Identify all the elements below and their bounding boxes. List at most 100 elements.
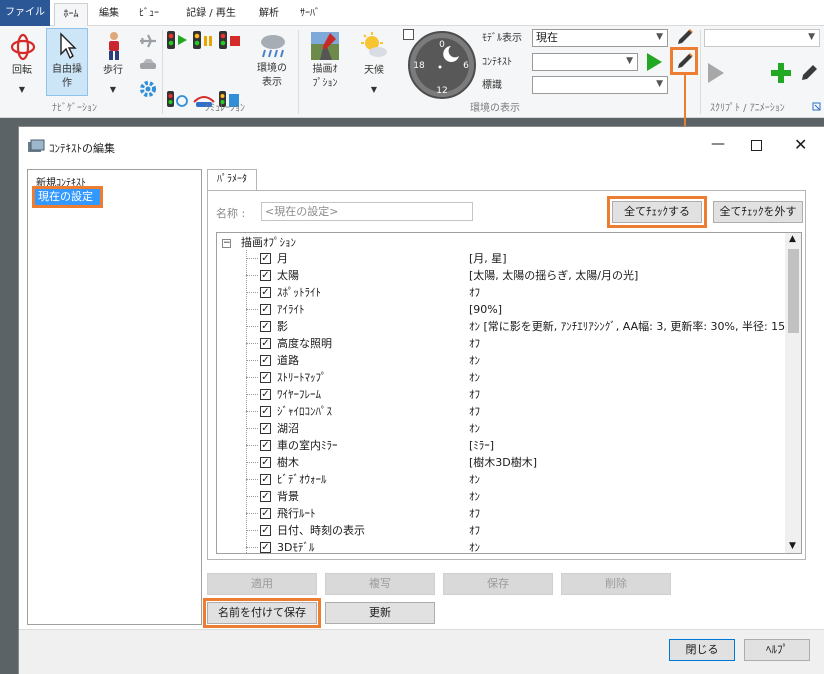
option-checkbox[interactable]: ✓ — [260, 406, 271, 417]
option-row: ✓ 影 ｵﾝ [常に影を更新, ｱﾝﾁｴﾘｱｼﾝｸﾞ, AA幅: 3, 更新率: 3… — [217, 318, 801, 335]
traffic-timer-icon[interactable] — [166, 90, 190, 110]
option-checkbox[interactable]: ✓ — [260, 287, 271, 298]
close-icon[interactable]: ✕ — [794, 135, 807, 154]
chevron-down-icon[interactable]: ▼ — [354, 83, 394, 96]
option-checkbox[interactable]: ✓ — [260, 253, 271, 264]
edit-context-pencil-icon[interactable] — [675, 52, 695, 70]
rotate-button[interactable]: 回転 ▼ — [2, 28, 42, 96]
tab-edit[interactable]: 編集 — [92, 3, 126, 26]
option-label: ﾜｲﾔｰﾌﾚｰﾑ — [277, 388, 321, 401]
dialog-launcher-icon[interactable] — [812, 102, 822, 112]
option-row: ✓ ｽﾄﾘｰﾄﾏｯﾌﾟ ｵﾝ — [217, 369, 801, 386]
uncheck-all-button[interactable]: 全てﾁｪｯｸを外す — [713, 201, 803, 223]
scrollbar[interactable]: ▲ ▼ — [785, 233, 801, 553]
option-checkbox[interactable]: ✓ — [260, 304, 271, 315]
apply-button[interactable]: 適用 — [207, 573, 317, 595]
option-checkbox[interactable]: ✓ — [260, 542, 271, 553]
option-checkbox[interactable]: ✓ — [260, 270, 271, 281]
draw-option-label-2: ﾌﾟｼｮﾝ — [312, 78, 338, 89]
option-checkbox[interactable]: ✓ — [260, 457, 271, 468]
close-button[interactable]: 閉じる — [669, 639, 735, 661]
context-dropdown[interactable]: ▼ — [532, 53, 638, 71]
help-button[interactable]: ﾍﾙﾌﾟ — [744, 639, 810, 661]
dialog-title: ｺﾝﾃｷｽﾄの編集 — [49, 142, 115, 155]
option-value: ｵﾝ — [469, 354, 480, 367]
option-checkbox[interactable]: ✓ — [260, 440, 271, 451]
context-edit-dialog: ｺﾝﾃｷｽﾄの編集 — ✕ 新規ｺﾝﾃｷｽﾄ 現在の設定 ﾊﾟﾗﾒｰﾀ 名称 :… — [18, 126, 824, 674]
option-checkbox[interactable]: ✓ — [260, 338, 271, 349]
option-checkbox[interactable]: ✓ — [260, 474, 271, 485]
context-list-item-current[interactable]: 現在の設定 — [32, 186, 103, 208]
copy-button[interactable]: 複写 — [325, 573, 435, 595]
environment-display-button[interactable]: 環境の 表示 — [252, 28, 292, 96]
save-button[interactable]: 保存 — [443, 573, 553, 595]
option-row: ✓ 3Dﾓﾃﾞﾙ ｵﾝ — [217, 539, 801, 553]
option-checkbox[interactable]: ✓ — [260, 491, 271, 502]
option-label: 飛行ﾙｰﾄ — [277, 507, 316, 520]
scroll-down-icon[interactable]: ▼ — [789, 541, 796, 551]
chevron-down-icon[interactable]: ▼ — [94, 83, 132, 96]
delete-button[interactable]: 削除 — [561, 573, 671, 595]
car-icon[interactable] — [138, 56, 158, 74]
minimize-icon[interactable]: — — [711, 136, 725, 152]
chevron-down-icon[interactable]: ▼ — [2, 83, 42, 96]
tab-analysis[interactable]: 解析 — [252, 3, 286, 26]
option-checkbox[interactable]: ✓ — [260, 389, 271, 400]
scrollbar-thumb[interactable] — [788, 249, 799, 333]
option-checkbox[interactable]: ✓ — [260, 321, 271, 332]
tree-connector-line — [246, 275, 258, 276]
save-as-highlight — [203, 598, 321, 628]
scroll-up-icon[interactable]: ▲ — [789, 234, 796, 244]
option-value: ｵﾝ [常に影を更新, ｱﾝﾁｴﾘｱｼﾝｸﾞ, AA幅: 3, 更新率: 30%… — [469, 320, 796, 333]
model-display-dropdown[interactable]: 現在 ▼ — [532, 29, 668, 47]
tab-view[interactable]: ﾋﾞｭｰ — [130, 3, 168, 26]
traffic-signal-play-icon[interactable] — [166, 30, 190, 50]
option-value: ｵﾝ — [469, 473, 480, 486]
traffic-signal-stop-icon[interactable] — [218, 30, 242, 50]
flight-icon[interactable] — [138, 32, 158, 50]
chevron-down-icon: ▼ — [808, 32, 815, 42]
option-row: ✓ ﾋﾞﾃﾞｵｳｫｰﾙ ｵﾝ — [217, 471, 801, 488]
tree-connector-line — [246, 326, 258, 327]
option-value: [樹木3D樹木] — [469, 456, 538, 469]
clock-icon[interactable]: 0 6 12 18 — [407, 30, 477, 100]
tab-server[interactable]: ｻｰﾊﾞ — [292, 3, 328, 26]
option-checkbox[interactable]: ✓ — [260, 423, 271, 434]
free-operation-label-1: 自由操 — [52, 64, 82, 75]
script-dropdown[interactable]: ▼ — [704, 29, 820, 47]
walk-button[interactable]: 歩行 ▼ — [94, 28, 132, 96]
option-checkbox[interactable]: ✓ — [260, 525, 271, 536]
settings-gear-icon[interactable] — [138, 79, 158, 99]
edit-script-pencil-icon[interactable] — [799, 62, 819, 82]
option-row: ✓ ｼﾞｬｲﾛｺﾝﾊﾟｽ ｵﾌ — [217, 403, 801, 420]
draw-option-button[interactable]: 描画ｵ ﾌﾟｼｮﾝ — [304, 28, 346, 96]
sign-dropdown[interactable]: ▼ — [532, 76, 668, 94]
option-row: ✓ ｱｲﾗｲﾄ [90%] — [217, 301, 801, 318]
free-operation-button[interactable]: 自由操 作 — [46, 28, 88, 96]
name-input[interactable]: <現在の設定> — [261, 202, 473, 221]
tab-parameter[interactable]: ﾊﾟﾗﾒｰﾀ — [207, 169, 257, 191]
weather-button[interactable]: 天候 ▼ — [354, 28, 394, 96]
check-all-highlight — [607, 196, 707, 228]
model-display-value: 現在 — [536, 31, 558, 44]
edit-model-pencil-icon[interactable] — [675, 28, 695, 46]
add-script-icon[interactable] — [770, 62, 792, 84]
maximize-icon[interactable] — [751, 140, 762, 151]
tab-home[interactable]: ﾎｰﾑ — [54, 3, 88, 26]
option-checkbox[interactable]: ✓ — [260, 355, 271, 366]
traffic-signal-pause-icon[interactable] — [192, 30, 216, 50]
collapse-icon[interactable]: − — [222, 239, 231, 248]
option-tree: − 描画ｵﾌﾟｼｮﾝ ✓ 月 [月, 星] ✓ 太陽 [太陽, 太陽の揺らぎ, 太陽/月の… — [216, 232, 802, 554]
group-divider — [162, 30, 163, 114]
option-value: ｵﾌ — [469, 337, 480, 350]
option-checkbox[interactable]: ✓ — [260, 372, 271, 383]
play-context-icon[interactable] — [644, 52, 664, 72]
tab-file[interactable]: ファイル — [0, 0, 50, 26]
option-value: ｵﾌ — [469, 388, 480, 401]
update-button[interactable]: 更新 — [325, 602, 435, 624]
option-checkbox[interactable]: ✓ — [260, 508, 271, 519]
clock-label-12: 12 — [436, 86, 447, 96]
tree-connector-line — [246, 360, 258, 361]
tab-record[interactable]: 記録 / 再生 — [176, 3, 246, 26]
play-script-icon[interactable] — [706, 62, 726, 84]
